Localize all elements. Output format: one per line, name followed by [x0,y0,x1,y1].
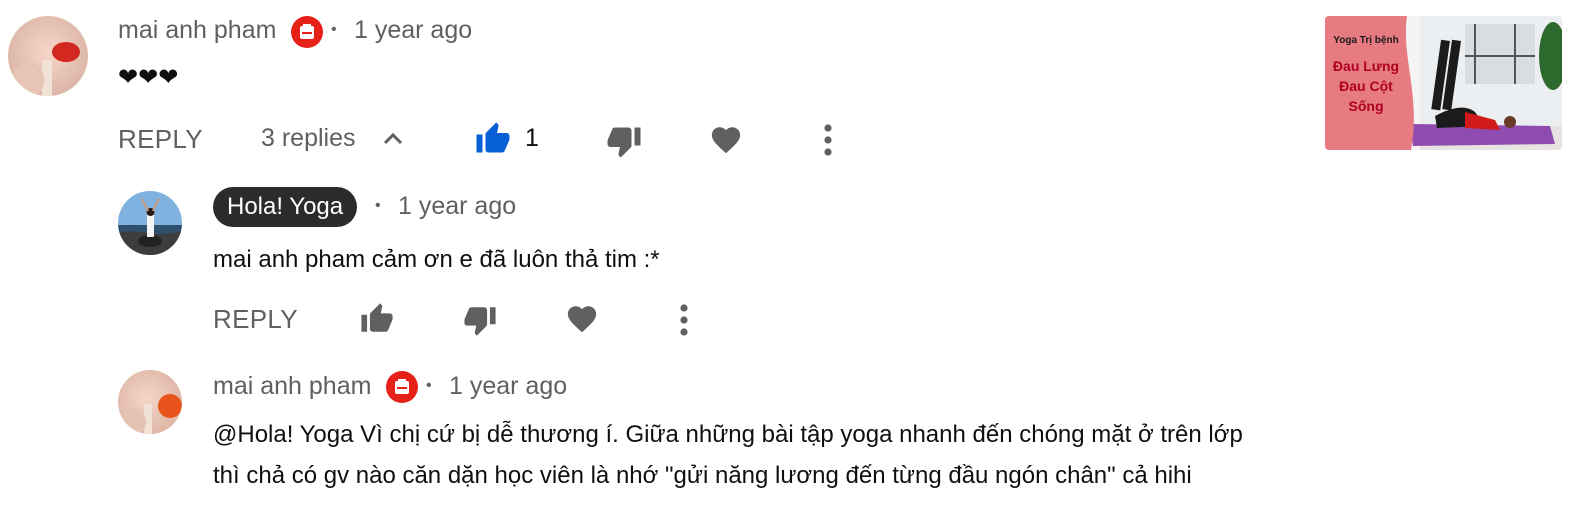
chevron-up-icon [383,132,403,145]
reply-button[interactable]: REPLY [213,304,298,335]
toggle-replies-button[interactable]: 3 replies [261,124,411,156]
channel-owner-badge[interactable]: Hola! Yoga [213,187,358,227]
dislike-icon[interactable] [462,303,498,337]
reply-text-line-1: @Hola! Yoga Vì chị cứ bị dễ thương í. Gi… [213,421,1243,448]
heart-icon[interactable] [708,123,744,157]
reply-avatar[interactable] [118,370,182,434]
thumbnail-small-title: Yoga Trị bệnh [1333,35,1399,46]
comment-time[interactable]: 1 year ago [354,16,472,45]
reply-button[interactable]: REPLY [118,124,203,155]
like-icon[interactable] [474,121,512,157]
like-icon[interactable] [359,302,395,336]
reply-time[interactable]: 1 year ago [449,372,567,401]
thumbnail-line-3: Sống [1348,98,1384,114]
thumbnail-line-1: Đau Lưng [1332,58,1400,74]
reply-author[interactable]: mai anh pham [213,372,371,401]
separator-dot: • [375,197,381,214]
commenter-avatar[interactable] [8,16,88,96]
more-options-icon[interactable] [818,123,838,157]
member-badge-icon [291,16,323,48]
separator-dot: • [426,377,432,394]
dislike-icon[interactable] [605,123,643,159]
more-options-icon[interactable] [674,303,694,337]
separator-dot: • [331,21,337,38]
like-count: 1 [525,124,539,152]
replies-count: 3 replies [261,124,356,152]
comment-author[interactable]: mai anh pham [118,16,276,45]
thumbnail-caption: Yoga Trị bệnh Đau Lưng Đau Cột Sống [1325,34,1407,116]
reply-time[interactable]: 1 year ago [398,192,516,221]
reply-text: mai anh pham cảm ơn e đã luôn thả tim :* [213,246,660,273]
heart-icon[interactable] [564,302,600,336]
thumbnail-line-2: Đau Cột [1339,78,1393,94]
reply-text-line-2: thì chả có gv nào căn dặn học viên là nh… [213,462,1192,489]
comment-text: ❤❤❤ [118,64,179,91]
reply-avatar[interactable] [118,191,182,255]
video-thumbnail[interactable]: Yoga Trị bệnh Đau Lưng Đau Cột Sống [1325,16,1562,150]
member-badge-icon [386,371,418,403]
